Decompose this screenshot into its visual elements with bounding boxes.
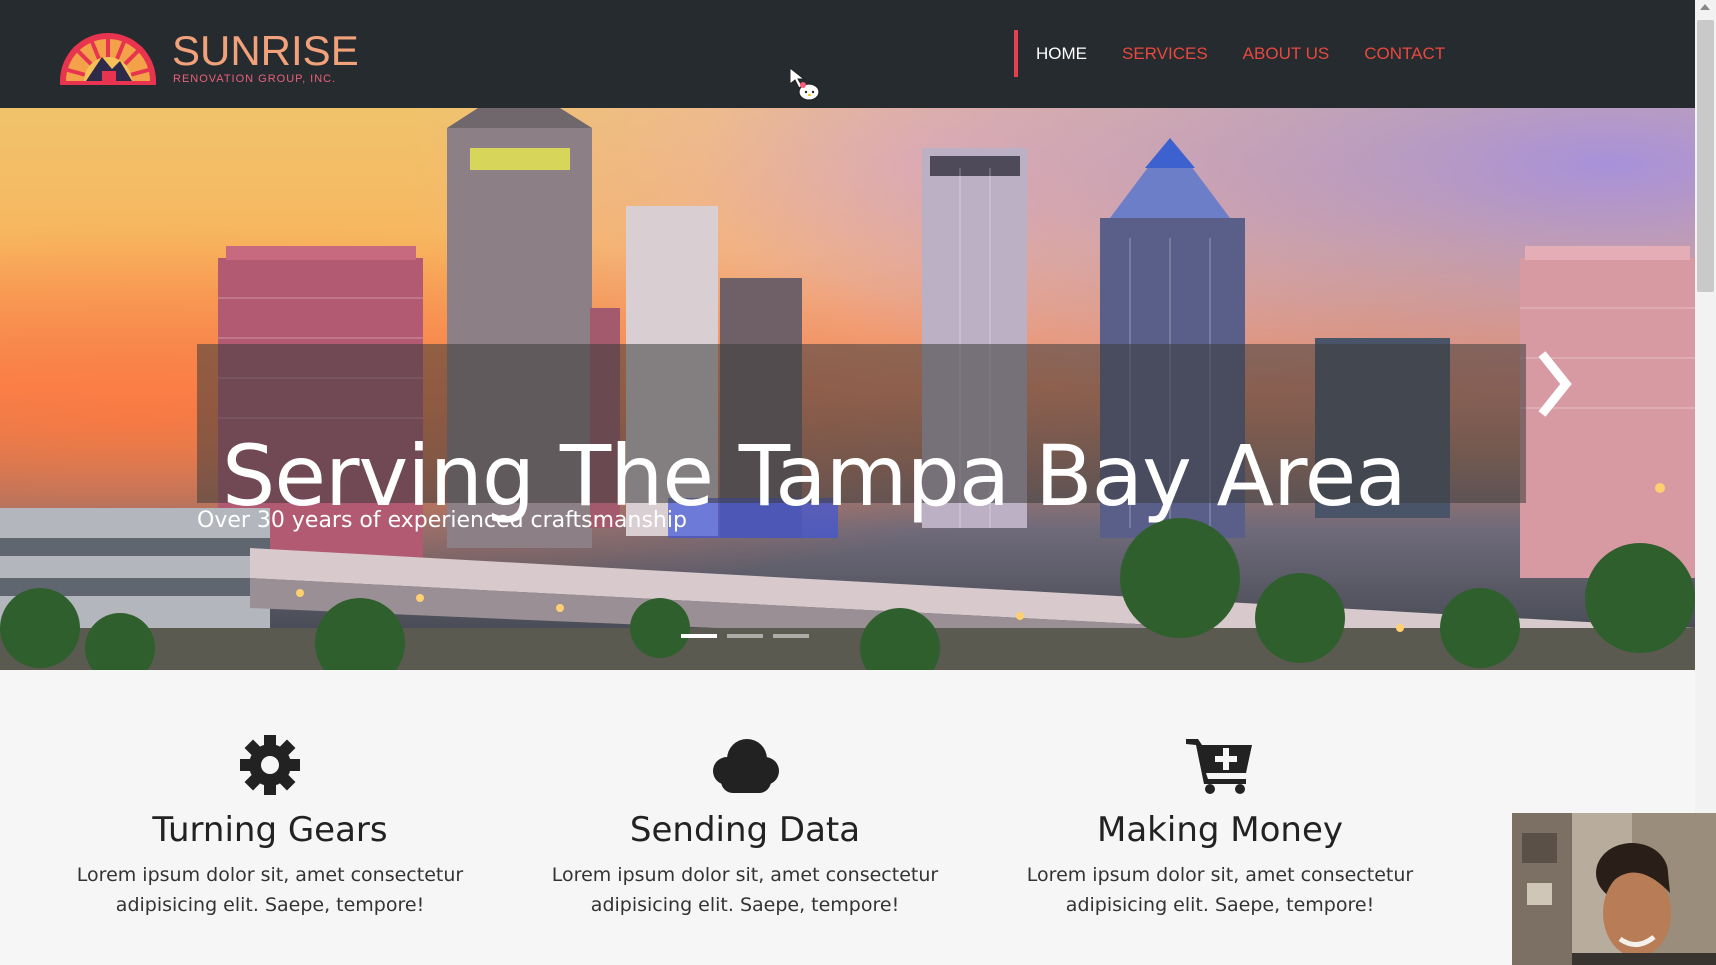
sunrise-logo[interactable] xyxy=(58,19,158,89)
brand-tagline: RENOVATION GROUP, INC. xyxy=(173,73,337,85)
feature-text-line: Lorem ipsum dolor sit, amet consectetur xyxy=(1026,864,1414,886)
carousel-indicator-3[interactable] xyxy=(773,634,809,638)
main-nav: HOME SERVICES ABOUT US CONTACT xyxy=(1036,44,1445,64)
hero-carousel: Serving The Tampa Bay Area Over 30 years… xyxy=(0,108,1695,670)
feature-text-line: adipisicing elit. Saepe, tempore! xyxy=(1065,894,1375,916)
feature-text-line: Lorem ipsum dolor sit, amet consectetur xyxy=(551,864,939,886)
scroll-up-arrow-icon[interactable] xyxy=(1700,4,1710,10)
cart-plus-icon xyxy=(1186,739,1252,794)
feature-sending-data: Sending Data Lorem ipsum dolor sit, amet… xyxy=(535,730,955,920)
webcam-person-image xyxy=(1512,813,1716,965)
carousel-indicators xyxy=(681,634,809,638)
scrollbar-thumb[interactable] xyxy=(1697,20,1714,292)
cloud-icon xyxy=(713,739,779,793)
feature-text-line: adipisicing elit. Saepe, tempore! xyxy=(590,894,900,916)
navbar: SUNRISE RENOVATION GROUP, INC. HOME SERV… xyxy=(0,0,1695,108)
feature-title: Sending Data xyxy=(629,810,861,850)
feature-making-money: Making Money Lorem ipsum dolor sit, amet… xyxy=(1010,730,1430,920)
feature-text: Lorem ipsum dolor sit, amet consectetur a… xyxy=(60,860,480,920)
carousel-indicator-2[interactable] xyxy=(727,634,763,638)
feature-text-line: adipisicing elit. Saepe, tempore! xyxy=(115,894,425,916)
nav-about-link[interactable]: ABOUT US xyxy=(1243,44,1330,64)
gear-icon xyxy=(240,735,300,795)
feature-title: Making Money xyxy=(1097,810,1343,850)
mouse-cursor-icon xyxy=(790,68,820,101)
feature-text: Lorem ipsum dolor sit, amet consectetur a… xyxy=(535,860,955,920)
features-section: Turning Gears Lorem ipsum dolor sit, ame… xyxy=(0,670,1695,965)
feature-text-line: Lorem ipsum dolor sit, amet consectetur xyxy=(76,864,464,886)
nav-divider xyxy=(1014,30,1018,77)
nav-services-link[interactable]: SERVICES xyxy=(1122,44,1208,64)
webcam-overlay xyxy=(1512,813,1716,965)
feature-text: Lorem ipsum dolor sit, amet consectetur a… xyxy=(1010,860,1430,920)
feature-title: Turning Gears xyxy=(152,810,388,850)
chevron-right-icon[interactable] xyxy=(1534,344,1574,424)
carousel-indicator-1[interactable] xyxy=(681,634,717,638)
nav-contact-link[interactable]: CONTACT xyxy=(1364,44,1445,64)
hero-subtitle: Over 30 years of experienced craftsmansh… xyxy=(197,508,687,533)
brand-name[interactable]: SUNRISE xyxy=(172,30,359,72)
nav-home-link[interactable]: HOME xyxy=(1036,44,1087,64)
feature-turning-gears: Turning Gears Lorem ipsum dolor sit, ame… xyxy=(60,730,480,920)
